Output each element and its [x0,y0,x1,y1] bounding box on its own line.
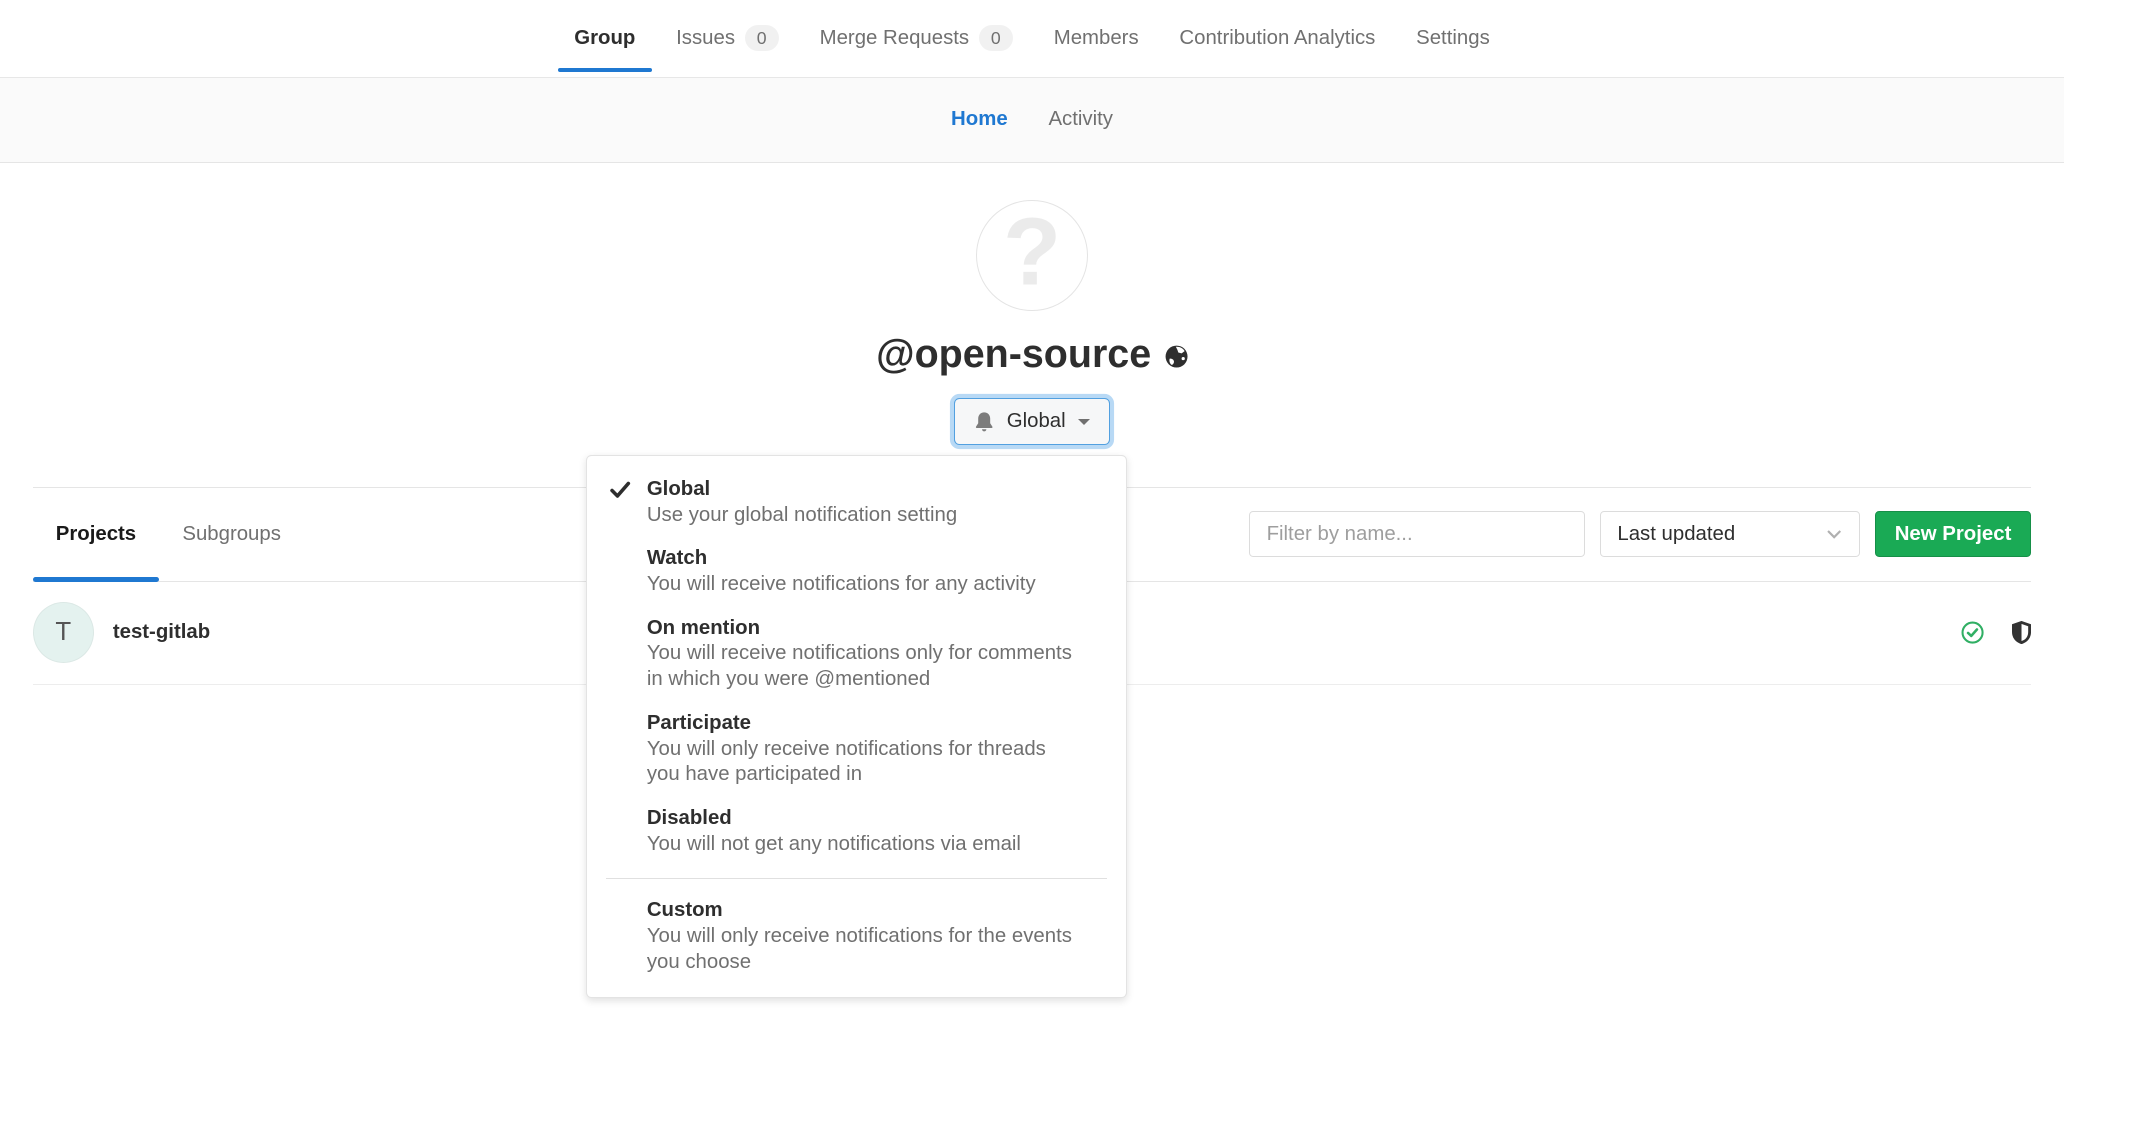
group-sub-nav: Home Activity [0,78,2064,164]
caret-down-icon [1078,419,1090,425]
approval-check-circle-icon [1961,621,1984,644]
option-description: You will receive notifications for any a… [647,572,1077,598]
option-title: Global [647,477,1077,503]
notification-option-participate[interactable]: Participate You will only receive notifi… [587,703,1126,798]
nav-item-label: Contribution Analytics [1179,27,1375,50]
subnav-item-activity[interactable]: Activity [1048,108,1113,131]
issues-count-badge: 0 [745,25,779,51]
new-project-button[interactable]: New Project [1875,511,2032,557]
option-description: Use your global notification setting [647,503,1077,529]
notification-option-custom[interactable]: Custom You will only receive notificatio… [587,890,1126,985]
tab-subgroups[interactable]: Subgroups [159,488,304,581]
nav-item-label: Settings [1416,27,1490,50]
nav-item-contribution-analytics[interactable]: Contribution Analytics [1177,0,1378,77]
group-header: ? @open-source Global [0,163,2064,487]
group-nav: Group Issues 0 Merge Requests 0 Members … [0,0,2064,78]
project-name-link[interactable]: test-gitlab [113,621,210,644]
nav-item-label: Members [1054,27,1139,50]
notification-option-global[interactable]: Global Use your global notification sett… [587,469,1126,538]
nav-item-group[interactable]: Group [572,0,639,77]
nav-item-merge-requests[interactable]: Merge Requests 0 [817,0,1016,77]
filter-by-name-input[interactable] [1249,511,1585,557]
option-description: You will only receive notifications for … [647,737,1077,789]
project-avatar-initial: T [55,618,71,647]
avatar-placeholder-question-mark: ? [1003,205,1061,300]
notification-option-on-mention[interactable]: On mention You will receive notification… [587,607,1126,702]
projects-tabs: Projects Subgroups [33,488,304,581]
group-title: @open-source [0,332,2064,377]
nav-item-issues[interactable]: Issues 0 [673,0,781,77]
notification-option-watch[interactable]: Watch You will receive notifications for… [587,538,1126,607]
option-title: Participate [647,711,1077,737]
option-description: You will receive notifications only for … [647,641,1077,693]
group-page: Group Issues 0 Merge Requests 0 Members … [0,0,2132,1131]
option-title: On mention [647,616,1077,642]
active-tab-underline [558,68,652,72]
sort-dropdown-value: Last updated [1617,523,1735,546]
notification-setting-label: Global [1007,410,1066,433]
project-filter-controls: Last updated New Project [1249,511,2031,557]
option-title: Watch [647,546,1077,572]
bell-icon [974,411,994,433]
nav-item-settings[interactable]: Settings [1413,0,1492,77]
selected-check-icon [610,481,630,499]
notification-option-disabled[interactable]: Disabled You will not get any notificati… [587,798,1126,867]
sort-dropdown[interactable]: Last updated [1600,511,1860,557]
group-name: @open-source [876,332,1151,377]
group-avatar: ? [976,200,1087,311]
option-description: You will only receive notifications for … [647,924,1077,976]
tab-projects[interactable]: Projects [33,488,160,581]
notification-level-dropdown: Global Use your global notification sett… [586,455,1127,998]
nav-item-label: Merge Requests [820,27,970,50]
tab-label: Projects [56,523,136,546]
public-globe-icon [1165,345,1188,368]
nav-item-label: Group [574,27,635,50]
option-title: Disabled [647,806,1077,832]
active-tab-underline [33,577,160,582]
tab-label: Subgroups [182,523,281,546]
dropdown-divider [606,878,1107,879]
project-avatar: T [33,602,94,663]
chevron-down-icon [1826,529,1842,540]
option-description: You will not get any notifications via e… [647,832,1077,858]
shield-icon [2012,621,2031,644]
nav-item-label: Issues [676,27,735,50]
nav-item-members[interactable]: Members [1051,0,1141,77]
merge-requests-count-badge: 0 [979,25,1013,51]
project-row-icons [1961,621,2032,644]
subnav-item-home[interactable]: Home [951,108,1008,131]
notification-setting-button[interactable]: Global [954,398,1110,444]
option-title: Custom [647,898,1077,924]
